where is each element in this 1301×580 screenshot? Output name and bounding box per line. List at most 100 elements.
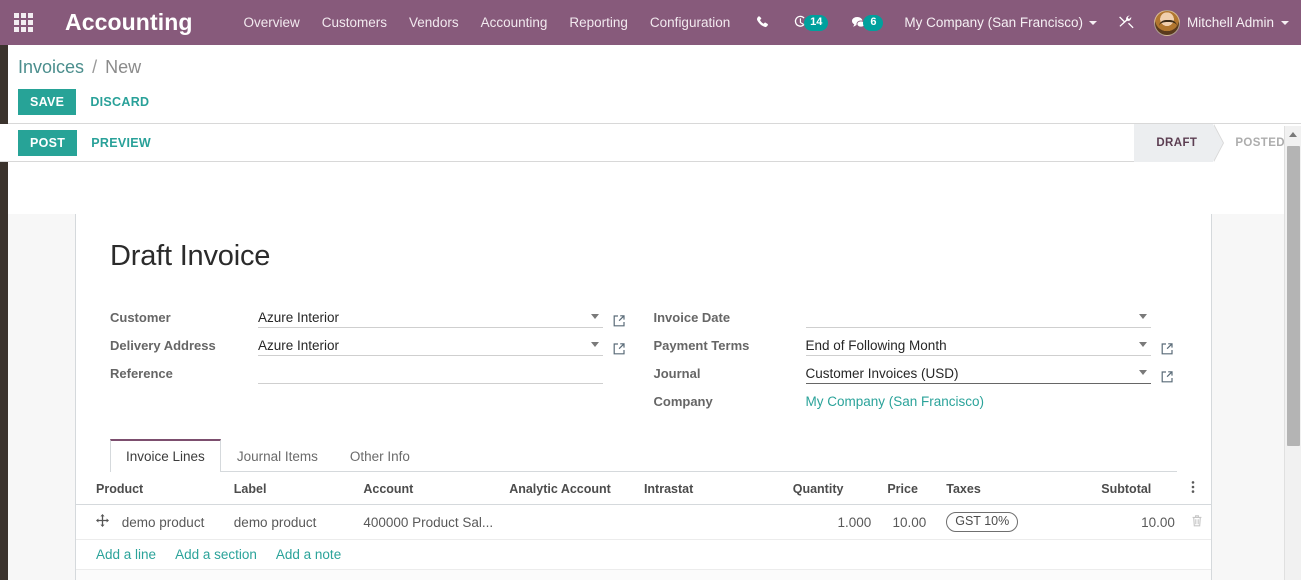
cell-product[interactable]: demo product (76, 504, 226, 540)
delivery-address-open-record-button[interactable] (612, 342, 626, 356)
top-navbar: Accounting Overview Customers Vendors Ac… (0, 0, 1301, 45)
odoo-accounting-invoice-form: Accounting Overview Customers Vendors Ac… (0, 0, 1301, 580)
chevron-down-icon[interactable] (1138, 314, 1147, 319)
add-a-note-button[interactable]: Add a note (276, 547, 341, 562)
col-intrastat[interactable]: Intrastat (635, 472, 785, 505)
chevron-down-icon[interactable] (591, 314, 599, 319)
tab-invoice-lines[interactable]: Invoice Lines (110, 439, 221, 472)
reference-input[interactable] (258, 363, 583, 383)
discard-button[interactable]: DISCARD (80, 89, 159, 115)
chevron-down-icon[interactable] (591, 342, 599, 347)
user-menu-label: Mitchell Admin (1186, 15, 1274, 30)
payment-terms-input[interactable] (805, 335, 1131, 355)
col-label[interactable]: Label (225, 472, 356, 505)
menu-item-overview[interactable]: Overview (233, 0, 311, 45)
phone-icon (757, 16, 769, 28)
column-options-icon (1191, 481, 1195, 493)
field-reference: Reference (110, 357, 644, 384)
user-menu[interactable]: Mitchell Admin (1146, 9, 1289, 36)
col-quantity[interactable]: Quantity (784, 472, 880, 505)
add-row-links: Add a line Add a section Add a note (76, 539, 1211, 570)
avatar (1153, 9, 1180, 36)
stage-posted-label: POSTED (1235, 136, 1285, 149)
col-account[interactable]: Account (355, 472, 502, 505)
save-button[interactable]: SAVE (18, 89, 77, 115)
cell-analytic-account[interactable] (501, 504, 636, 540)
customer-input[interactable] (258, 307, 583, 327)
menu-item-accounting[interactable]: Accounting (470, 0, 559, 45)
cell-quantity[interactable]: 1.000 (784, 504, 880, 540)
journal-open-record-button[interactable] (1160, 370, 1174, 384)
scrollbar-thumb[interactable] (1287, 146, 1300, 446)
control-panel: Invoices / New SAVE DISCARD (0, 45, 1301, 124)
col-subtotal[interactable]: Subtotal (1093, 472, 1183, 505)
cell-taxes[interactable]: GST 10% (934, 504, 1094, 540)
journal-input[interactable] (805, 363, 1131, 383)
table-row[interactable]: demo product demo product 400000 Product… (76, 504, 1211, 540)
cell-intrastat[interactable] (635, 504, 785, 540)
delivery-address-input[interactable] (258, 335, 583, 355)
field-invoice-date-input-wrap (805, 307, 1151, 328)
chevron-down-icon (1088, 20, 1097, 25)
payment-terms-open-record-button[interactable] (1160, 342, 1174, 356)
preview-button[interactable]: PREVIEW (81, 130, 161, 156)
col-price[interactable]: Price (879, 472, 935, 505)
vertical-scrollbar[interactable] (1284, 126, 1301, 580)
menu-item-configuration[interactable]: Configuration (639, 0, 741, 45)
apps-menu-button[interactable] (0, 0, 46, 45)
col-product[interactable]: Product (76, 472, 226, 505)
cell-price[interactable]: 10.00 (879, 504, 935, 540)
field-reference-input-wrap (258, 363, 603, 384)
move-arrows-icon (96, 514, 109, 527)
activities-button[interactable]: 14 (782, 0, 839, 45)
customer-open-record-button[interactable] (612, 314, 626, 328)
field-customer-input-wrap (258, 307, 603, 328)
tab-journal-items[interactable]: Journal Items (221, 439, 334, 472)
post-button[interactable]: POST (18, 129, 78, 156)
menu-item-customers[interactable]: Customers (311, 0, 398, 45)
menu-item-reporting[interactable]: Reporting (558, 0, 639, 45)
cell-label[interactable]: demo product (225, 504, 356, 540)
field-reference-label: Reference (110, 366, 173, 381)
scroll-up-button[interactable] (1285, 126, 1301, 143)
messages-button[interactable]: 6 (839, 0, 894, 45)
field-invoice-date-label: Invoice Date (653, 310, 731, 325)
statusbar-stages: DRAFT POSTED (1134, 123, 1301, 162)
cell-account[interactable]: 400000 Product Sal... (355, 504, 502, 540)
drag-handle-icon[interactable] (96, 514, 112, 530)
breadcrumb-invoices[interactable]: Invoices (18, 57, 84, 77)
developer-tools-button[interactable] (1107, 0, 1146, 45)
chevron-down-icon[interactable] (1138, 342, 1147, 347)
add-a-section-button[interactable]: Add a section (175, 547, 257, 562)
field-payment-terms: Payment Terms (654, 329, 1178, 356)
cell-product-value: demo product (121, 515, 205, 530)
add-a-line-button[interactable]: Add a line (96, 547, 156, 562)
chevron-down-icon[interactable] (1138, 370, 1147, 375)
breadcrumb: Invoices / New (18, 55, 1301, 79)
field-invoice-date: Invoice Date (654, 301, 1178, 328)
invoice-notebook: Invoice Lines Journal Items Other Info (110, 439, 1177, 472)
external-link-icon (1161, 371, 1173, 383)
col-taxes[interactable]: Taxes (934, 472, 1094, 505)
column-options-button[interactable] (1182, 472, 1211, 505)
app-brand-title[interactable]: Accounting (65, 9, 193, 36)
delete-line-button[interactable] (1182, 504, 1211, 540)
col-analytic-account[interactable]: Analytic Account (501, 472, 636, 505)
phone-call-button[interactable] (745, 0, 782, 45)
field-company-value-wrap: My Company (San Francisco) (806, 391, 1151, 412)
company-switcher-label: My Company (San Francisco) (904, 15, 1083, 30)
company-link[interactable]: My Company (San Francisco) (806, 394, 985, 409)
menu-item-vendors[interactable]: Vendors (398, 0, 470, 45)
messages-count-badge: 6 (863, 14, 884, 31)
company-switcher[interactable]: My Company (San Francisco) (894, 15, 1107, 30)
tab-other-info[interactable]: Other Info (334, 439, 426, 472)
field-delivery-address: Delivery Address (110, 329, 644, 356)
form-content-area: Draft Invoice Customer Azure Interior De… (8, 214, 1284, 580)
chevron-up-icon (1289, 132, 1297, 137)
field-delivery-address-label: Delivery Address (110, 338, 216, 353)
field-journal-input-wrap (805, 363, 1151, 384)
cell-subtotal: 10.00 (1093, 504, 1183, 540)
stage-draft[interactable]: DRAFT (1134, 123, 1225, 162)
invoice-date-input[interactable] (805, 307, 1131, 327)
field-company: Company My Company (San Francisco) (654, 385, 1178, 412)
